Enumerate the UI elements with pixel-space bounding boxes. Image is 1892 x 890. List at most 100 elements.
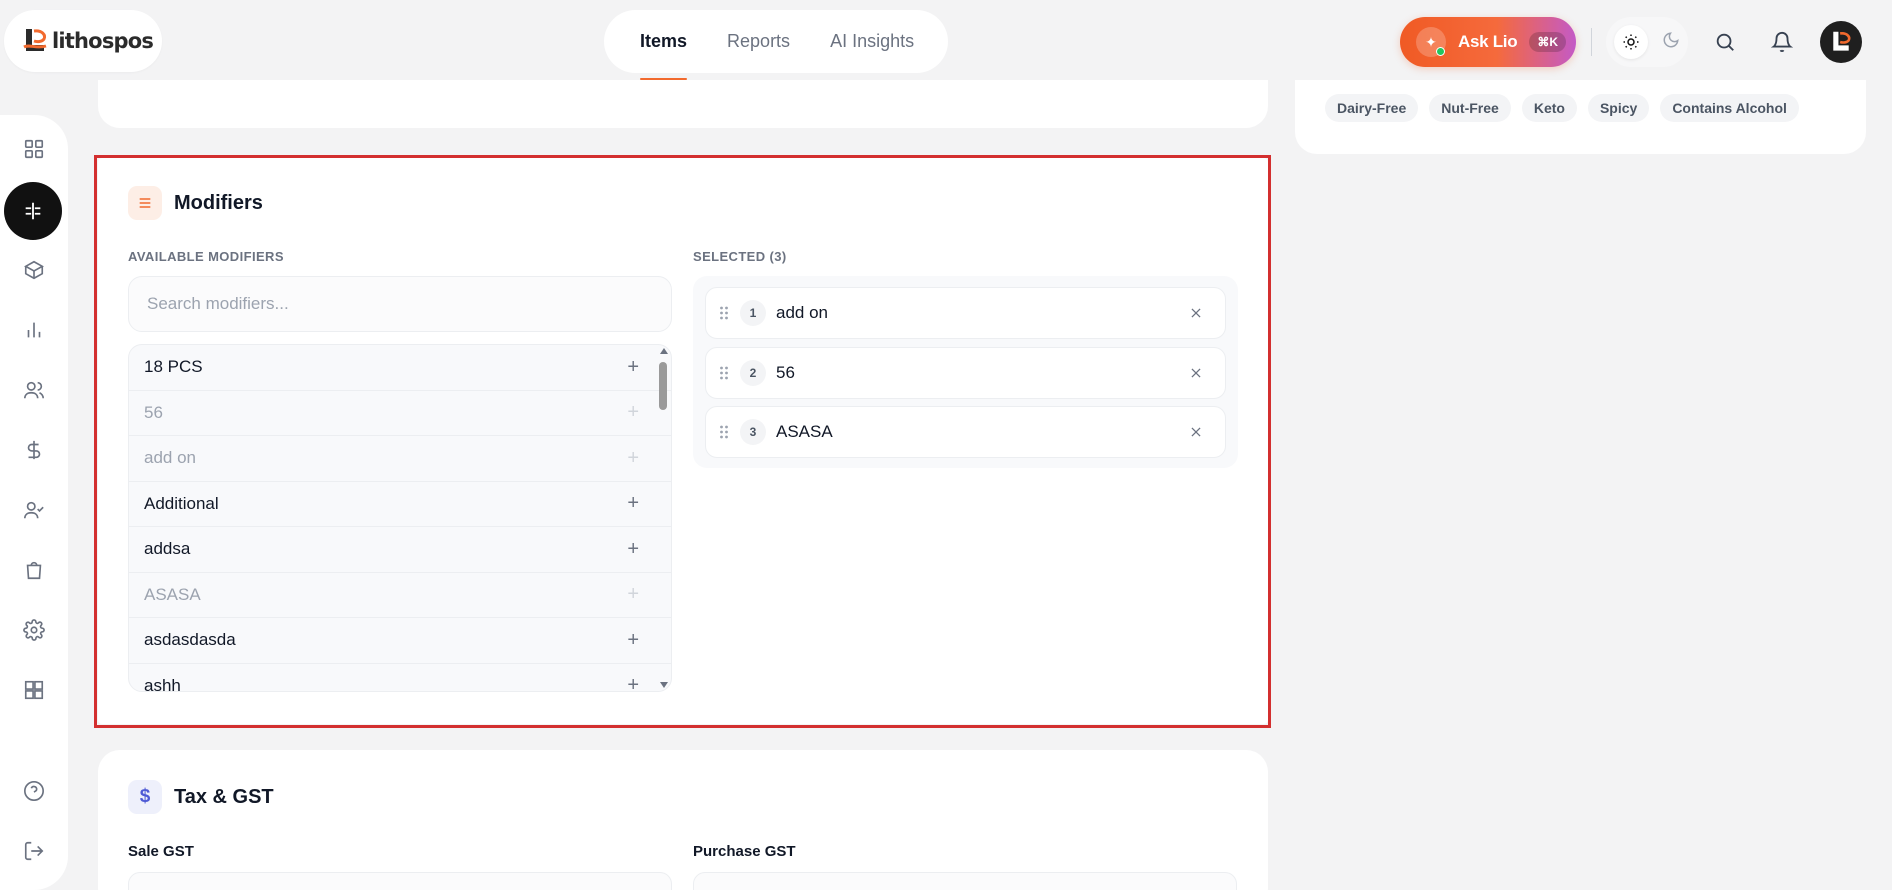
drag-handle-icon[interactable] [716, 424, 732, 440]
user-check-icon [24, 501, 44, 519]
tag-dairy-free[interactable]: Dairy-Free [1325, 94, 1419, 122]
sidebar-item-reports[interactable] [12, 308, 56, 352]
grid-icon [24, 139, 44, 159]
tab-ai-insights[interactable]: AI Insights [830, 10, 914, 73]
modifier-name: asdasdasda [144, 630, 236, 650]
theme-toggle[interactable] [1606, 17, 1688, 67]
selected-modifiers-label: SELECTED (3) [693, 249, 787, 264]
tax-header: $ Tax & GST [128, 780, 274, 814]
gear-icon [23, 619, 45, 641]
tag-contains-alcohol[interactable]: Contains Alcohol [1660, 94, 1799, 122]
order-badge: 2 [740, 360, 766, 386]
purchase-gst-select[interactable] [693, 872, 1237, 890]
list-item: 56 + [129, 391, 671, 436]
modifier-name: Additional [144, 493, 219, 513]
order-badge: 3 [740, 419, 766, 445]
selected-modifier-name: ASASA [776, 422, 833, 441]
shortcut-badge: ⌘K [1529, 32, 1566, 52]
sale-gst-select[interactable] [128, 872, 672, 890]
apps-icon [24, 680, 44, 700]
selected-modifier-name: 56 [776, 363, 795, 382]
modifier-name: ASASA [144, 584, 201, 604]
sidebar-item-orders[interactable] [12, 548, 56, 592]
ask-lio-button[interactable]: ✦ Ask Lio ⌘K [1400, 17, 1576, 67]
list-item[interactable]: 18 PCS + [129, 345, 671, 391]
previous-section-card [98, 80, 1268, 128]
plus-icon[interactable]: + [627, 492, 639, 515]
plus-icon[interactable]: + [627, 356, 639, 379]
logout-icon [24, 841, 44, 861]
selected-item[interactable]: 1 add on [705, 287, 1226, 339]
list-scrollbar[interactable] [658, 346, 670, 690]
sidebar-item-inventory[interactable] [12, 248, 56, 292]
moon-icon[interactable] [1662, 31, 1680, 54]
brand-name: lithospos [52, 29, 154, 53]
scrollbar-thumb[interactable] [659, 362, 667, 410]
plus-icon: + [627, 446, 639, 469]
sidebar-item-staff[interactable] [12, 488, 56, 532]
tab-reports[interactable]: Reports [727, 10, 790, 73]
tax-gst-card [98, 750, 1268, 890]
search-icon[interactable] [1705, 22, 1745, 62]
scroll-up-icon[interactable] [660, 348, 668, 354]
plus-icon: + [627, 583, 639, 606]
available-modifiers-list[interactable]: 18 PCS + 56 + add on + Additional + addsa + A… [128, 344, 672, 692]
brand-logo[interactable]: lithospos [4, 10, 162, 72]
sparkle-icon: ✦ [1416, 27, 1446, 57]
dollar-icon [27, 440, 41, 460]
top-nav: Items Reports AI Insights [604, 10, 948, 80]
purchase-gst-label: Purchase GST [693, 843, 796, 860]
plus-icon[interactable]: + [627, 538, 639, 561]
selected-item[interactable]: 2 56 [705, 347, 1226, 399]
users-icon [24, 381, 44, 399]
dollar-icon: $ [128, 780, 162, 814]
lithospos-logo-icon [23, 29, 47, 51]
user-avatar[interactable] [1820, 21, 1862, 63]
list-item: ASASA + [129, 573, 671, 618]
list-item[interactable]: Additional + [129, 482, 671, 527]
sidebar-item-help[interactable] [12, 769, 56, 813]
list-item[interactable]: addsa + [129, 527, 671, 573]
drag-handle-icon[interactable] [716, 365, 732, 381]
sun-icon[interactable] [1614, 25, 1648, 59]
modifier-name: add on [144, 448, 196, 468]
remove-icon[interactable] [1181, 298, 1211, 328]
sidebar-item-settings[interactable] [12, 608, 56, 652]
tab-items[interactable]: Items [640, 10, 688, 80]
search-modifiers-input[interactable] [128, 276, 672, 332]
remove-icon[interactable] [1181, 358, 1211, 388]
remove-icon[interactable] [1181, 417, 1211, 447]
modifier-name: 56 [144, 402, 163, 422]
tax-title: Tax & GST [174, 785, 274, 808]
tag-spicy[interactable]: Spicy [1587, 94, 1650, 122]
selected-item[interactable]: 3 ASASA [705, 406, 1226, 458]
order-badge: 1 [740, 300, 766, 326]
plus-icon[interactable]: + [627, 674, 639, 691]
drag-handle-icon[interactable] [716, 305, 732, 321]
sidebar-item-dashboard[interactable] [12, 127, 56, 171]
bar-chart-icon [27, 322, 41, 338]
plus-icon[interactable]: + [627, 629, 639, 652]
help-icon [24, 781, 44, 801]
bell-icon[interactable] [1762, 22, 1802, 62]
sidebar-item-customers[interactable] [12, 368, 56, 412]
tag-nut-free[interactable]: Nut-Free [1429, 94, 1511, 122]
ask-lio-label: Ask Lio [1458, 32, 1518, 51]
sidebar-item-items[interactable] [4, 182, 62, 240]
avatar-logo-icon [1833, 31, 1851, 51]
list-item[interactable]: ashh + [129, 664, 671, 691]
list-item[interactable]: asdasdasda + [129, 618, 671, 664]
modifiers-header: Modifiers [128, 186, 263, 220]
divider [1591, 28, 1592, 56]
sidebar-item-apps[interactable] [12, 668, 56, 712]
sidebar-item-logout[interactable] [12, 829, 56, 873]
online-status-dot [1436, 47, 1445, 56]
sidebar-item-payments[interactable] [12, 428, 56, 472]
list-icon [128, 186, 162, 220]
tag-keto[interactable]: Keto [1521, 94, 1577, 122]
selected-modifier-name: add on [776, 303, 828, 322]
modifier-name: addsa [144, 539, 191, 559]
plus-icon: + [627, 401, 639, 424]
modifiers-title: Modifiers [174, 191, 263, 214]
scroll-down-icon[interactable] [660, 682, 668, 688]
